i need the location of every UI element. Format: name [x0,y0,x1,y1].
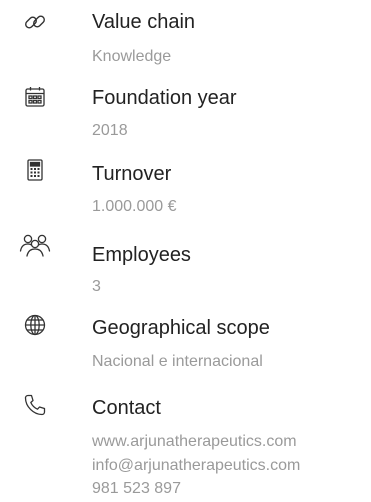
info-item-title: Turnover [92,163,172,185]
phone-icon [22,392,48,418]
info-item-title: Foundation year [92,87,237,109]
info-item-title: Contact [92,397,161,419]
info-item-title: Employees [92,244,191,266]
info-item-title: Geographical scope [92,317,270,339]
globe-icon [22,312,48,338]
calendar-icon [22,84,48,110]
info-item-value: Nacional e internacional [92,353,263,370]
contact-phone-link[interactable]: 981 523 897 [92,479,181,499]
contact-email-link[interactable]: info@arjunatherapeutics.com [92,456,300,476]
contact-website-link[interactable]: www.arjunatherapeutics.com [92,432,297,452]
info-item-value: 3 [92,278,101,295]
link-icon [22,9,48,35]
info-item-value: Knowledge [92,48,172,65]
info-item-value: 1.000.000 € [92,198,177,215]
people-icon [18,232,52,258]
calculator-icon [22,157,48,183]
info-item-value: 2018 [92,122,128,139]
info-item-title: Value chain [92,11,196,33]
